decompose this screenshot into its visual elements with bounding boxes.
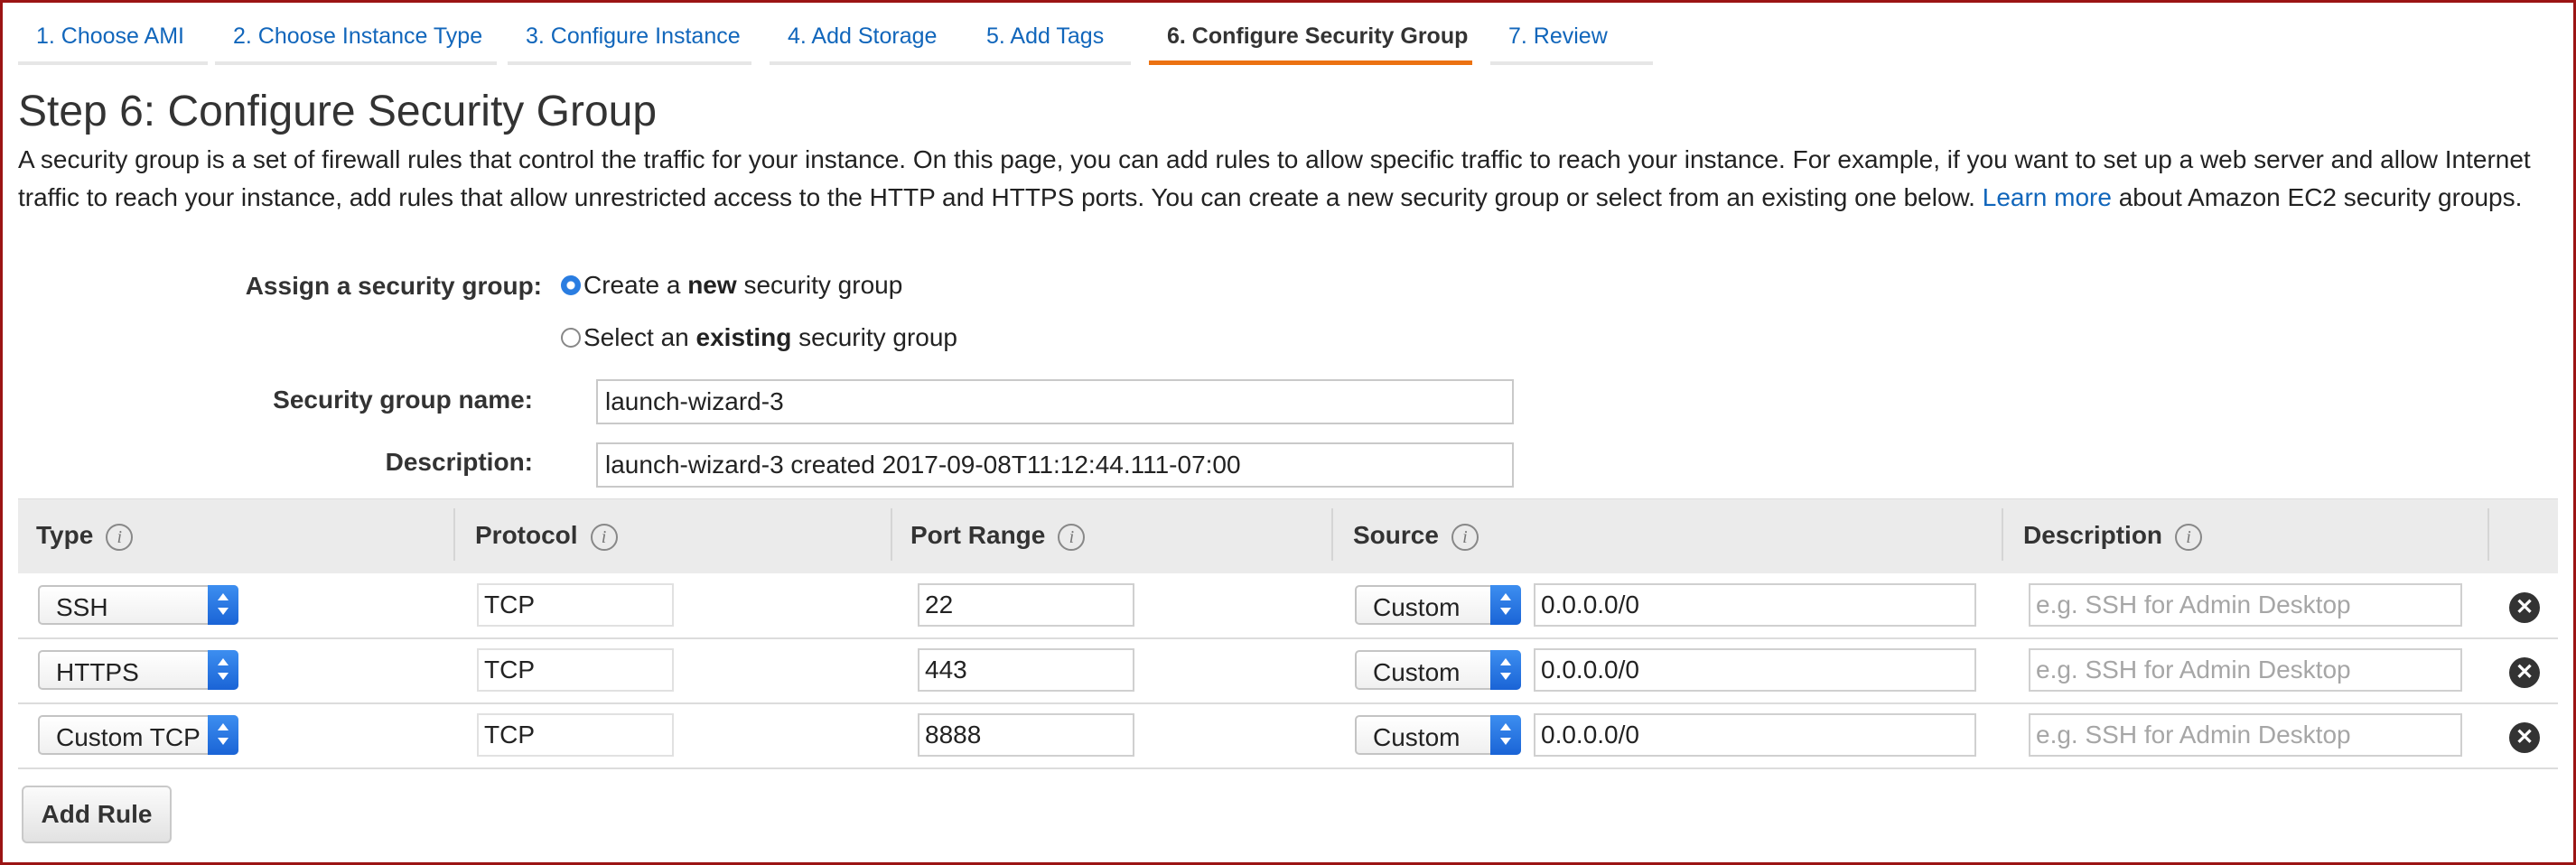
step-tab-configure-instance[interactable]: 3. Configure Instance <box>508 0 751 65</box>
source-type-value: Custom <box>1373 593 1461 621</box>
protocol-column-header: Protocol i <box>475 521 618 551</box>
select-existing-radio-label[interactable]: Select an existing security group <box>583 323 957 352</box>
column-divider <box>2002 508 2003 561</box>
step-tab-configure-security-group[interactable]: 6. Configure Security Group <box>1149 0 1472 65</box>
port-range-column-header: Port Range i <box>910 521 1086 551</box>
create-new-radio-label[interactable]: Create a new security group <box>583 271 902 300</box>
source-type-select[interactable]: Custom <box>1355 650 1521 690</box>
source-type-select[interactable]: Custom <box>1355 585 1521 625</box>
column-divider <box>1331 508 1333 561</box>
source-cidr-input[interactable] <box>1534 648 1976 692</box>
source-column-header: Source i <box>1353 521 1479 551</box>
column-divider <box>453 508 455 561</box>
type-column-header: Type i <box>36 521 134 551</box>
select-chevron-icon <box>1490 585 1521 625</box>
remove-rule-icon[interactable]: ✕ <box>2509 722 2540 753</box>
type-info-icon[interactable]: i <box>106 523 134 551</box>
description-info-icon[interactable]: i <box>2175 523 2203 551</box>
source-type-value: Custom <box>1373 658 1461 686</box>
rule-description-input[interactable] <box>2029 583 2462 627</box>
protocol-info-icon[interactable]: i <box>590 523 618 551</box>
source-cidr-input[interactable] <box>1534 713 1976 757</box>
step-tab-label: 1. Choose AMI <box>36 23 184 49</box>
step-tab-add-storage[interactable]: 4. Add Storage <box>770 0 968 65</box>
step-tab-label: 2. Choose Instance Type <box>233 23 483 49</box>
step-tab-choose-ami[interactable]: 1. Choose AMI <box>18 0 208 65</box>
step-tab-label: 3. Configure Instance <box>526 23 741 49</box>
security-group-name-label: Security group name: <box>273 386 533 414</box>
select-chevron-icon <box>208 650 238 690</box>
remove-rule-icon[interactable]: ✕ <box>2509 592 2540 623</box>
protocol-field <box>477 648 674 692</box>
remove-rule-icon[interactable]: ✕ <box>2509 657 2540 688</box>
source-cidr-input[interactable] <box>1534 583 1976 627</box>
learn-more-link[interactable]: Learn more <box>1983 183 2112 211</box>
select-chevron-icon <box>208 585 238 625</box>
source-type-value: Custom <box>1373 723 1461 751</box>
step-tab-choose-instance-type[interactable]: 2. Choose Instance Type <box>215 0 497 65</box>
description-label: Description: <box>385 448 533 476</box>
rule-description-input[interactable] <box>2029 713 2462 757</box>
step-tab-review[interactable]: 7. Review <box>1490 0 1653 65</box>
row-divider <box>18 702 2558 704</box>
security-group-name-input[interactable] <box>596 379 1514 424</box>
port-range-input[interactable] <box>918 648 1134 692</box>
step-tab-label: 7. Review <box>1508 23 1608 49</box>
step-tab-label: 4. Add Storage <box>788 23 938 49</box>
rule-type-value: Custom TCP <box>56 723 201 751</box>
row-divider <box>18 637 2558 639</box>
rule-description-input[interactable] <box>2029 648 2462 692</box>
select-chevron-icon <box>1490 650 1521 690</box>
column-divider <box>2487 508 2489 561</box>
step-tab-label: 5. Add Tags <box>986 23 1105 49</box>
select-chevron-icon <box>1490 715 1521 755</box>
rules-table-header: Type i Protocol i Port Range i Source i Desc… <box>18 498 2558 573</box>
rule-type-select[interactable]: Custom TCP <box>38 715 238 755</box>
rule-type-value: SSH <box>56 593 108 621</box>
rule-type-value: HTTPS <box>56 658 139 686</box>
page-title: Step 6: Configure Security Group <box>18 88 658 135</box>
description-input[interactable] <box>596 442 1514 488</box>
rule-type-select[interactable]: SSH <box>38 585 238 625</box>
description-column-header: Description i <box>2023 521 2203 551</box>
column-divider <box>891 508 892 561</box>
select-existing-radio[interactable] <box>561 328 581 348</box>
row-divider <box>18 767 2558 769</box>
intro-text-tail: about Amazon EC2 security groups. <box>2118 183 2523 211</box>
protocol-field <box>477 713 674 757</box>
source-type-select[interactable]: Custom <box>1355 715 1521 755</box>
source-info-icon[interactable]: i <box>1451 523 1479 551</box>
create-new-radio[interactable] <box>561 275 581 295</box>
protocol-field <box>477 583 674 627</box>
page-intro: A security group is a set of firewall ru… <box>18 141 2556 217</box>
add-rule-button[interactable]: Add Rule <box>22 786 172 843</box>
step-tab-label: 6. Configure Security Group <box>1167 23 1469 49</box>
assign-security-group-label: Assign a security group: <box>245 272 542 300</box>
step-tab-add-tags[interactable]: 5. Add Tags <box>968 0 1131 65</box>
port-range-input[interactable] <box>918 583 1134 627</box>
select-chevron-icon <box>208 715 238 755</box>
port-range-input[interactable] <box>918 713 1134 757</box>
rule-type-select[interactable]: HTTPS <box>38 650 238 690</box>
port-range-info-icon[interactable]: i <box>1058 523 1086 551</box>
